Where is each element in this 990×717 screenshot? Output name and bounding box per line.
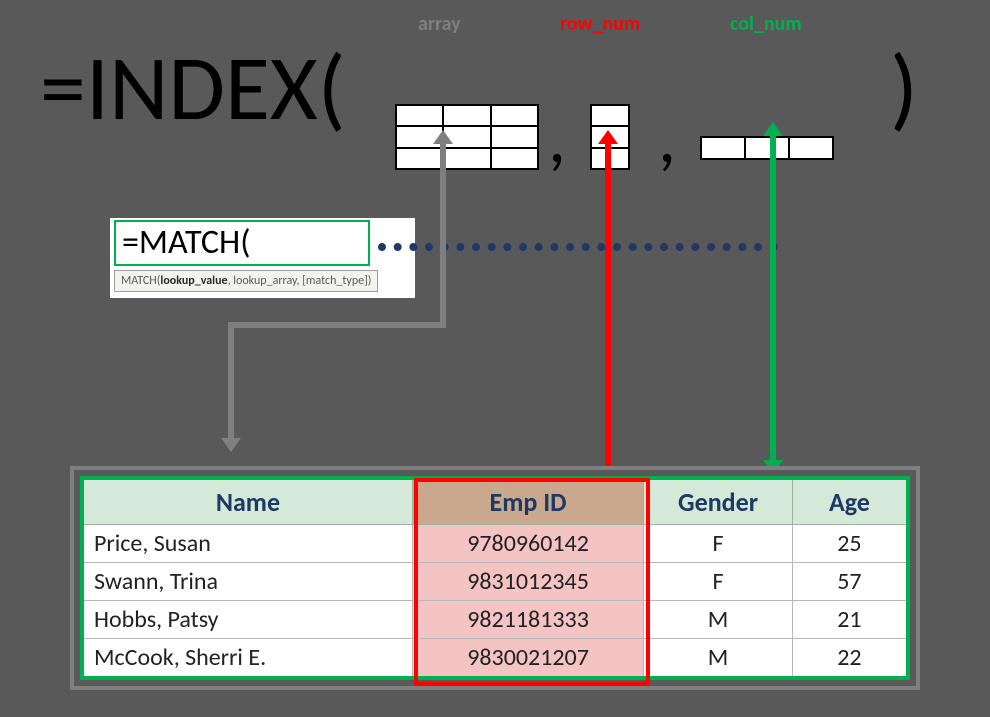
tooltip-fn: MATCH( [121, 274, 160, 288]
arrow-colnum-head-up [763, 122, 783, 136]
cell-emp: 9831012345 [412, 563, 643, 601]
table-row: McCook, Sherri E. 9830021207 M 22 [82, 639, 908, 679]
index-formula-row: =INDEX( , , ) [0, 42, 990, 172]
data-table: Name Emp ID Gender Age Price, Susan 9780… [80, 476, 910, 680]
col-header-emp: Emp ID [412, 478, 643, 525]
cell-age: 22 [792, 639, 908, 679]
formula-close-paren: ) [890, 42, 918, 134]
array-grid-icon [395, 104, 539, 170]
col-num-grid-icon [700, 136, 834, 160]
cell-gender: F [644, 563, 793, 601]
cell-name: Swann, Trina [82, 563, 412, 601]
tooltip-bold-arg: lookup_value [160, 274, 227, 288]
match-formula-card: =MATCH( MATCH(lookup_value, lookup_array… [110, 218, 415, 298]
formula-comma-1: , [548, 102, 566, 174]
table-row: Swann, Trina 9831012345 F 57 [82, 563, 908, 601]
arrow-array-vert2 [440, 224, 446, 328]
formula-comma-2: , [658, 102, 676, 174]
label-array: array [418, 12, 461, 36]
cell-gender: M [644, 601, 793, 639]
cell-gender: M [644, 639, 793, 679]
cell-name: McCook, Sherri E. [82, 639, 412, 679]
match-formula-cell[interactable]: =MATCH( [114, 220, 370, 266]
arrow-rownum-shaft [605, 142, 611, 494]
arrow-rownum-head-up [598, 130, 618, 144]
cell-age: 21 [792, 601, 908, 639]
dotted-connector [378, 243, 778, 251]
cell-name: Hobbs, Patsy [82, 601, 412, 639]
tooltip-rest: , lookup_array, [match_type]) [228, 274, 372, 288]
label-col-num: col_num [730, 12, 802, 36]
formula-prefix: =INDEX( [40, 42, 346, 134]
arrow-colnum-shaft [770, 134, 776, 464]
arrow-array-down-head [221, 438, 241, 452]
cell-age: 25 [792, 525, 908, 563]
data-table-container: Name Emp ID Gender Age Price, Susan 9780… [70, 466, 920, 690]
arrow-array-up-head [433, 130, 453, 144]
label-row-num: row_num [560, 12, 640, 36]
table-header-row: Name Emp ID Gender Age [82, 478, 908, 525]
col-header-name: Name [82, 478, 412, 525]
cell-gender: F [644, 525, 793, 563]
table-row: Hobbs, Patsy 9821181333 M 21 [82, 601, 908, 639]
arrow-array-horiz [228, 322, 444, 328]
match-tooltip: MATCH(lookup_value, lookup_array, [match… [114, 270, 378, 292]
cell-emp: 9830021207 [412, 639, 643, 679]
cell-name: Price, Susan [82, 525, 412, 563]
col-header-age: Age [792, 478, 908, 525]
arrow-array-up-shaft [440, 142, 446, 228]
cell-emp: 9780960142 [412, 525, 643, 563]
arrow-array-down-shaft [228, 322, 234, 442]
table-row: Price, Susan 9780960142 F 25 [82, 525, 908, 563]
cell-emp: 9821181333 [412, 601, 643, 639]
cell-age: 57 [792, 563, 908, 601]
col-header-gender: Gender [644, 478, 793, 525]
